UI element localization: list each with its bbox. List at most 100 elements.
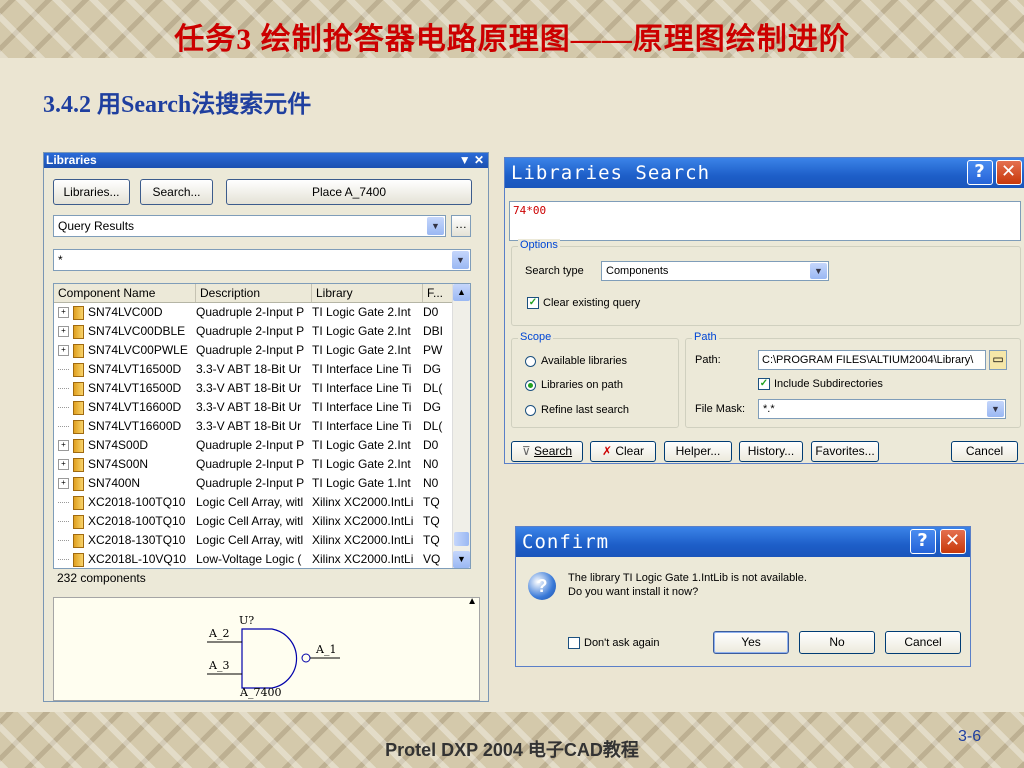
table-row[interactable]: XC2018-100TQ10 Logic Cell Array, witl Xili… <box>54 512 470 531</box>
table-row[interactable]: SN74LVT16600D 3.3-V ABT 18-Bit Ur TI Inter… <box>54 398 470 417</box>
folder-icon[interactable]: ▭ <box>989 350 1007 370</box>
column-header-library[interactable]: Library <box>312 284 423 302</box>
pin-label-in1: A_2 <box>208 627 229 640</box>
confirm-cancel-button[interactable]: Cancel <box>885 631 961 654</box>
column-header-footprint[interactable]: F... <box>423 284 453 302</box>
table-row[interactable]: + SN74S00N Quadruple 2-Input P TI Logic Gat… <box>54 455 470 474</box>
search-query-input[interactable]: 74*00 <box>509 201 1021 241</box>
expand-icon[interactable]: + <box>58 478 69 489</box>
table-row[interactable]: + SN74S00D Quadruple 2-Input P TI Logic Gat… <box>54 436 470 455</box>
cell-library: TI Interface Line Ti <box>312 400 412 414</box>
expand-icon[interactable]: + <box>58 459 69 470</box>
table-row[interactable]: XC2018-130TQ10 Logic Cell Array, witl Xili… <box>54 531 470 550</box>
dont-ask-label: Don't ask again <box>584 637 660 649</box>
component-name: SN74LVT16600D <box>88 419 182 433</box>
table-row[interactable]: + SN74LVC00PWLE Quadruple 2-Input P TI Logi… <box>54 341 470 360</box>
confirm-dialog-titlebar[interactable]: Confirm ? ✕ <box>516 527 970 557</box>
column-header-name[interactable]: Component Name <box>54 284 196 302</box>
no-button[interactable]: No <box>799 631 875 654</box>
cell-footprint: TQ <box>423 533 440 547</box>
table-row[interactable]: XC2018L-10VQ10 Low-Voltage Logic (Xilinx … <box>54 550 470 568</box>
help-icon[interactable]: ? <box>910 529 936 554</box>
component-name: SN74LVC00DBLE <box>88 324 186 338</box>
tree-line <box>58 360 69 370</box>
cell-footprint: DBI <box>423 324 444 338</box>
table-row[interactable]: + SN74LVC00D Quadruple 2-Input P TI Logic G… <box>54 303 470 322</box>
expand-icon[interactable]: + <box>58 307 69 318</box>
clear-button[interactable]: ✗ Clear <box>590 441 656 462</box>
place-component-button[interactable]: Place A_7400 <box>226 179 472 205</box>
search-button[interactable]: Search... <box>140 179 213 205</box>
cell-description: 3.3-V ABT 18-Bit Ur <box>196 381 302 395</box>
libraries-button[interactable]: Libraries... <box>53 179 130 205</box>
scope-radio-path[interactable] <box>525 380 536 391</box>
chevron-down-icon[interactable]: ▼ <box>810 263 827 279</box>
search-dialog-titlebar[interactable]: Libraries Search ? ✕ <box>505 158 1024 188</box>
help-icon[interactable]: ? <box>967 160 993 185</box>
clear-query-checkbox[interactable]: ✓ <box>527 297 539 309</box>
yes-button[interactable]: Yes <box>713 631 789 654</box>
cell-library: Xilinx XC2000.IntLi <box>312 533 414 547</box>
page-number: 3-6 <box>958 728 982 745</box>
component-name: SN74LVC00D <box>88 305 163 319</box>
chevron-down-icon[interactable]: ▼ <box>987 401 1004 417</box>
grid-scrollbar[interactable]: ▲ ▼ <box>452 284 470 568</box>
column-header-description[interactable]: Description <box>196 284 312 302</box>
table-row[interactable]: XC2018-100TQ10 Logic Cell Array, witl Xili… <box>54 493 470 512</box>
table-row[interactable]: SN74LVT16600D 3.3-V ABT 18-Bit Ur TI Inter… <box>54 417 470 436</box>
close-icon[interactable]: ✕ <box>996 160 1022 185</box>
chevron-down-icon[interactable]: ▼ <box>427 217 444 235</box>
cell-library: TI Interface Line Ti <box>312 419 412 433</box>
cell-library: TI Logic Gate 2.Int <box>312 457 411 471</box>
expand-icon[interactable]: + <box>58 345 69 356</box>
cell-name: + SN7400N <box>54 474 196 493</box>
component-name: XC2018-100TQ10 <box>88 514 186 528</box>
include-subdirs-checkbox[interactable]: ✓ <box>758 378 770 390</box>
helper-button[interactable]: Helper... <box>664 441 732 462</box>
library-options-button[interactable]: … <box>451 215 471 237</box>
slide-footer: Protel DXP 2004 电子CAD教程 <box>385 740 639 760</box>
path-input[interactable]: C:\PROGRAM FILES\ALTIUM2004\Library\ <box>758 350 986 370</box>
scope-label-available: Available libraries <box>541 355 628 367</box>
scope-radio-refine[interactable] <box>525 405 536 416</box>
scroll-thumb[interactable] <box>454 532 469 546</box>
cell-name: SN74LVT16500D <box>54 360 196 379</box>
close-icon[interactable]: ✕ <box>940 529 966 554</box>
table-row[interactable]: + SN74LVC00DBLE Quadruple 2-Input P TI Logi… <box>54 322 470 341</box>
panel-menu-close-icon[interactable]: ▼ ✕ <box>459 153 484 168</box>
history-button[interactable]: History... <box>739 441 803 462</box>
library-select[interactable]: Query Results ▼ <box>53 215 446 237</box>
confirm-message-line1: The library TI Logic Gate 1.IntLib is no… <box>568 572 807 584</box>
scroll-down-icon[interactable]: ▼ <box>453 551 470 568</box>
cell-library: TI Logic Gate 1.Int <box>312 476 411 490</box>
expand-icon[interactable]: + <box>58 440 69 451</box>
component-icon <box>73 514 84 529</box>
component-name: XC2018-130TQ10 <box>88 533 186 547</box>
favorites-button[interactable]: Favorites... <box>811 441 879 462</box>
confirm-dialog-title: Confirm <box>522 531 610 553</box>
dont-ask-checkbox[interactable] <box>568 637 580 649</box>
file-mask-select[interactable]: *.* ▼ <box>758 399 1006 419</box>
libraries-panel-title: Libraries <box>46 153 97 167</box>
slide-title: 任务3 绘制抢答器电路原理图——原理图绘制进阶 <box>174 23 850 56</box>
filter-select[interactable]: * ▼ <box>53 249 471 271</box>
cell-name: XC2018-100TQ10 <box>54 512 196 531</box>
component-name: SN7400N <box>88 476 141 490</box>
collapse-icon[interactable]: ▲ <box>467 596 477 607</box>
search-submit-button[interactable]: ⊽ Search <box>511 441 583 462</box>
cell-name: SN74LVT16600D <box>54 398 196 417</box>
table-row[interactable]: SN74LVT16500D 3.3-V ABT 18-Bit Ur TI Inter… <box>54 360 470 379</box>
table-row[interactable]: SN74LVT16500D 3.3-V ABT 18-Bit Ur TI Inter… <box>54 379 470 398</box>
table-row[interactable]: + SN7400N Quadruple 2-Input P TI Logic Gate… <box>54 474 470 493</box>
scope-group: Scope Available libraries Libraries on p… <box>511 331 679 428</box>
scope-radio-available[interactable] <box>525 356 536 367</box>
cancel-button[interactable]: Cancel <box>951 441 1018 462</box>
path-group: Path Path: C:\PROGRAM FILES\ALTIUM2004\L… <box>685 331 1021 428</box>
scroll-up-icon[interactable]: ▲ <box>453 284 470 301</box>
search-type-select[interactable]: Components ▼ <box>601 261 829 281</box>
cell-library: TI Logic Gate 2.Int <box>312 438 411 452</box>
expand-icon[interactable]: + <box>58 326 69 337</box>
chevron-down-icon[interactable]: ▼ <box>452 251 469 269</box>
libraries-panel-titlebar[interactable]: Libraries ▼ ✕ <box>44 153 488 168</box>
grid-rows: + SN74LVC00D Quadruple 2-Input P TI Logic G… <box>54 303 470 568</box>
